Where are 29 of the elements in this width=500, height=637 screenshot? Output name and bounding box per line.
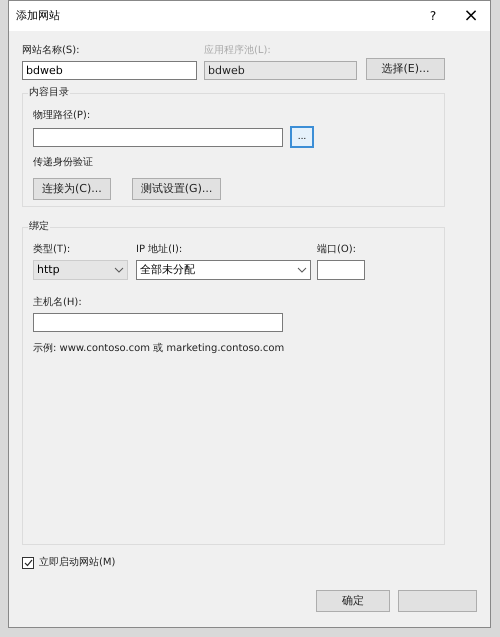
close-button[interactable]: ×	[459, 7, 483, 25]
host-name-field[interactable]	[33, 313, 283, 332]
site-name-field[interactable]: bdweb	[22, 61, 197, 80]
physical-path-field[interactable]	[33, 128, 283, 146]
checkbox-label: 立即启动网站(M)	[39, 556, 116, 570]
port-field[interactable]	[317, 260, 365, 280]
checkmark-icon	[24, 558, 32, 566]
type-dropdown[interactable]: http	[33, 260, 128, 280]
help-button[interactable]: ?	[423, 7, 443, 25]
field-label: 物理路径(P):	[33, 109, 92, 123]
window-title: 添加网站	[16, 8, 60, 24]
chevron-down-icon	[114, 267, 124, 273]
field-label: 端口(O):	[317, 242, 358, 257]
checkbox[interactable]	[22, 556, 34, 568]
field-label: 应用程序池(L):	[204, 44, 272, 58]
example-text: 示例: www.contoso.com 或 marketing.contoso.com	[33, 342, 286, 356]
dropdown-value: 全部未分配	[140, 262, 195, 278]
browse-button[interactable]: ...	[290, 126, 314, 148]
field-label: 类型(T):	[33, 242, 72, 257]
auth-label: 传递身份验证	[33, 156, 94, 170]
field-label: 主机名(H):	[33, 296, 83, 310]
ip-address-dropdown[interactable]: 全部未分配	[136, 260, 311, 280]
chevron-down-icon	[297, 267, 307, 273]
field-label: IP 地址(I):	[136, 242, 184, 257]
dialog-button[interactable]: 测试设置(G)...	[132, 178, 222, 200]
dialog-button[interactable]: 确定	[316, 590, 390, 612]
dialog-button[interactable]: 连接为(C)...	[33, 178, 111, 200]
field-label: 网站名称(S):	[22, 44, 81, 58]
dropdown-value: http	[37, 262, 60, 278]
